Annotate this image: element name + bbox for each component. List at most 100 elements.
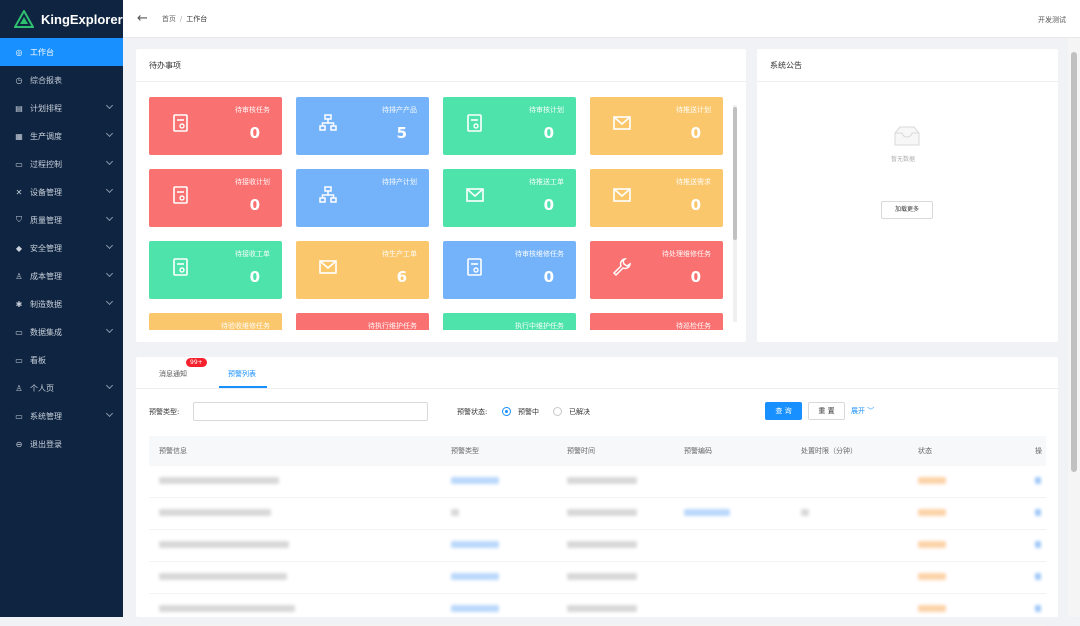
notice-empty-text: 暂无数据 <box>891 156 916 163</box>
sidebar-item-2[interactable]: ▤ 计划排程 <box>0 94 123 122</box>
table-row[interactable] <box>149 594 1046 626</box>
schedule-icon: ▤ <box>15 103 23 113</box>
col-actions: 操 <box>1035 447 1042 455</box>
todo-tile[interactable]: 待审核维修任务 0 <box>443 241 576 299</box>
status-radio-resolved[interactable] <box>553 407 562 416</box>
sidebar-item-label: 工作台 <box>30 47 54 57</box>
row-action-icon[interactable] <box>1035 477 1041 484</box>
todo-tile-count: 0 <box>690 124 701 142</box>
todo-scrollbar[interactable] <box>731 97 739 330</box>
blurred-cell <box>801 509 809 516</box>
user-name[interactable]: 开发测试 <box>1038 15 1066 25</box>
tools-icon: ✕ <box>15 187 23 197</box>
sidebar-item-3[interactable]: ▦ 生产调度 <box>0 122 123 150</box>
table-row[interactable] <box>149 562 1046 594</box>
logo-icon <box>14 10 34 28</box>
load-more-button[interactable]: 加载更多 <box>881 201 933 219</box>
todo-tile[interactable]: 待处理维修任务 0 <box>590 241 723 299</box>
row-action-icon[interactable] <box>1035 509 1041 516</box>
row-action-icon[interactable] <box>1035 605 1041 612</box>
page-scrollbar[interactable] <box>1068 38 1080 617</box>
status-option-active[interactable]: 预警中 <box>518 407 539 417</box>
todo-tile-count: 0 <box>690 268 701 286</box>
todo-tile-count: 0 <box>543 268 554 286</box>
sidebar-item-11[interactable]: ▭ 看板 <box>0 346 123 374</box>
sidebar-item-8[interactable]: ♙ 成本管理 <box>0 262 123 290</box>
tab-alert-list[interactable]: 预警列表 <box>228 369 256 379</box>
todo-tile[interactable]: 待审核计划 0 <box>443 97 576 155</box>
todo-tile[interactable]: 待巡检任务 <box>590 313 723 330</box>
col-status: 状态 <box>918 447 932 455</box>
todo-tile-count: 0 <box>249 268 260 286</box>
top-bar: ← 首页 / 工作台 开发测试 <box>123 0 1080 38</box>
table-row[interactable] <box>149 530 1046 562</box>
table-row[interactable] <box>149 466 1046 498</box>
sidebar-item-7[interactable]: ◆ 安全管理 <box>0 234 123 262</box>
dispatch-icon: ▦ <box>15 131 23 141</box>
blurred-cell <box>159 509 271 516</box>
expand-label: 展开 <box>851 407 865 415</box>
todo-tile-count: 0 <box>543 124 554 142</box>
todo-tile-name: 待排产产品 <box>382 106 417 114</box>
todo-tile[interactable]: 待审核任务 0 <box>149 97 282 155</box>
document-icon <box>465 257 485 277</box>
monitor-icon: ▭ <box>15 327 23 337</box>
col-alert-code: 预警编码 <box>684 447 712 455</box>
row-action-icon[interactable] <box>1035 573 1041 580</box>
blurred-cell <box>567 605 637 612</box>
status-option-resolved[interactable]: 已解决 <box>569 407 590 417</box>
breadcrumb-separator: / <box>179 14 183 23</box>
blurred-cell <box>567 477 637 484</box>
tab-message-notice[interactable]: 消息通知 <box>159 369 187 379</box>
hierarchy-icon <box>318 113 338 133</box>
board-icon: ▭ <box>15 355 23 365</box>
todo-tile[interactable]: 待验收维修任务 <box>149 313 282 330</box>
todo-tile[interactable]: 待接收计划 0 <box>149 169 282 227</box>
reset-button[interactable]: 重 置 <box>808 402 845 420</box>
todo-tile[interactable]: 待生产工单 6 <box>296 241 429 299</box>
blurred-cell <box>918 605 946 612</box>
sidebar-item-6[interactable]: ⛉ 质量管理 <box>0 206 123 234</box>
sidebar-item-10[interactable]: ▭ 数据集成 <box>0 318 123 346</box>
blurred-cell <box>451 509 459 516</box>
notice-panel: 系统公告 <box>757 49 1058 342</box>
app-logo[interactable]: KingExplorer <box>0 0 123 38</box>
sidebar-item-1[interactable]: ◷ 综合报表 <box>0 66 123 94</box>
todo-tile[interactable]: 待排产产品 5 <box>296 97 429 155</box>
todo-tile[interactable]: 执行中维护任务 <box>443 313 576 330</box>
todo-tile-count: 0 <box>249 124 260 142</box>
query-button[interactable]: 查 询 <box>765 402 802 420</box>
todo-tile[interactable]: 待执行维护任务 <box>296 313 429 330</box>
todo-tile[interactable]: 待排产计划 <box>296 169 429 227</box>
document-icon <box>171 257 191 277</box>
sidebar-item-9[interactable]: ✱ 制造数据 <box>0 290 123 318</box>
status-radio-active[interactable] <box>502 407 511 416</box>
sidebar-item-label: 设备管理 <box>30 187 62 197</box>
mail-icon <box>612 113 632 133</box>
back-arrow-icon[interactable]: ← <box>137 11 148 26</box>
alert-type-input[interactable] <box>193 402 428 421</box>
todo-tile[interactable]: 待推送需求 0 <box>590 169 723 227</box>
chevron-down-icon <box>105 157 114 166</box>
todo-tile[interactable]: 待接收工单 0 <box>149 241 282 299</box>
dashboard-icon: ◎ <box>15 47 23 57</box>
sidebar-item-5[interactable]: ✕ 设备管理 <box>0 178 123 206</box>
data-icon: ✱ <box>15 299 23 309</box>
document-icon <box>171 185 191 205</box>
sidebar-item-12[interactable]: ♙ 个人页 <box>0 374 123 402</box>
sidebar-item-4[interactable]: ▭ 过程控制 <box>0 150 123 178</box>
table-row[interactable] <box>149 498 1046 530</box>
row-action-icon[interactable] <box>1035 541 1041 548</box>
todo-tile[interactable]: 待推送计划 0 <box>590 97 723 155</box>
sidebar-item-13[interactable]: ▭ 系统管理 <box>0 402 123 430</box>
blurred-cell <box>451 573 499 580</box>
sidebar-item-14[interactable]: ⊖ 退出登录 <box>0 430 123 458</box>
todo-tile[interactable]: 待推送工单 0 <box>443 169 576 227</box>
wrench-icon <box>612 257 632 277</box>
todo-tile-name: 待生产工单 <box>382 250 417 258</box>
sidebar-item-label: 个人页 <box>30 383 54 393</box>
sidebar-item-0[interactable]: ◎ 工作台 <box>0 38 123 66</box>
expand-filter-link[interactable]: 展开 ﹀ <box>851 406 874 416</box>
sidebar: KingExplorer ◎ 工作台 ◷ 综合报表 ▤ 计划排程 ▦ 生产调度 ▭ 过程控制 ✕ 设备… <box>0 0 123 617</box>
breadcrumb-home[interactable]: 首页 <box>162 15 176 23</box>
